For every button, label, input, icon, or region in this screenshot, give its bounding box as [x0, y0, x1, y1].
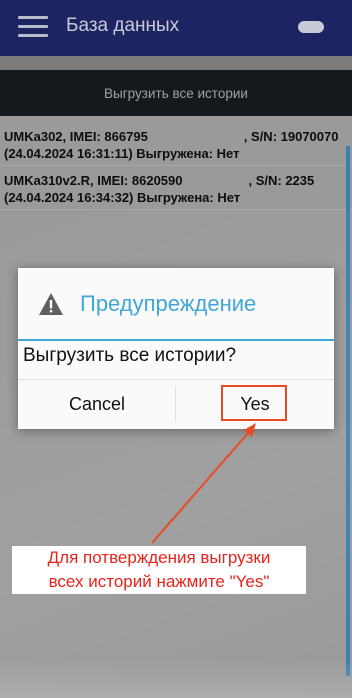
divider	[18, 339, 334, 341]
dialog-title: Предупреждение	[80, 291, 257, 316]
toggle-switch-icon[interactable]	[298, 21, 324, 33]
highlight-box	[221, 385, 287, 421]
annotation-line: всех историй нажмите "Yes"	[48, 572, 270, 591]
cancel-button[interactable]: Cancel	[18, 380, 176, 428]
record-device-imei: UMKa310v2.R, IMEI: 8620590	[4, 173, 183, 188]
annotation-callout: Для потверждения выгрузки всех историй н…	[12, 546, 306, 594]
list-item[interactable]: UMKa302, IMEI: 866795 , S/N: 19070070 (24…	[0, 122, 352, 166]
record-serial: , S/N: 19070070	[243, 129, 339, 144]
dialog-message: Выгрузить все истории?	[23, 345, 237, 366]
hamburger-menu-icon[interactable]	[18, 16, 48, 38]
dialog-header: Предупреждение	[18, 268, 334, 340]
annotation-line: Для потверждения выгрузки	[47, 548, 271, 567]
divider	[0, 56, 352, 70]
record-serial: , S/N: 2235	[248, 173, 315, 188]
list-item[interactable]: UMKa310v2.R, IMEI: 8620590 , S/N: 2235 (2…	[0, 166, 352, 210]
page-title: База данных	[66, 15, 180, 36]
warning-icon	[39, 293, 63, 315]
background-decoration	[0, 660, 352, 698]
record-status: (24.04.2024 16:34:32) Выгружена: Нет	[4, 190, 241, 205]
history-list: UMKa302, IMEI: 866795 , S/N: 19070070 (24…	[0, 122, 352, 210]
record-device-imei: UMKa302, IMEI: 866795	[4, 129, 148, 144]
app-bar: База данных	[0, 0, 352, 56]
upload-all-button[interactable]: Выгрузить все истории	[0, 70, 352, 116]
record-status: (24.04.2024 16:31:11) Выгружена: Нет	[4, 146, 240, 161]
